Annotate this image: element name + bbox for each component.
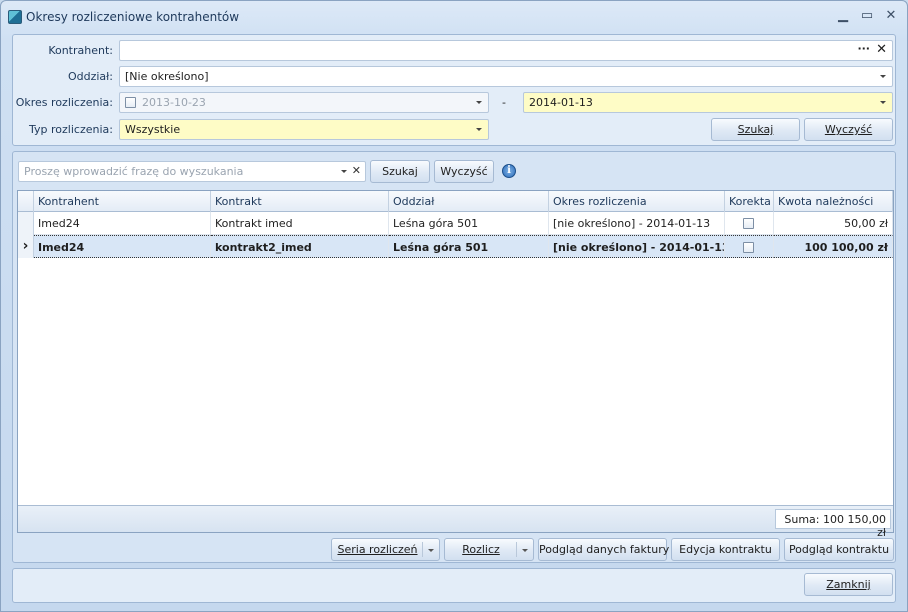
cell-kwota: 50,00 zł xyxy=(774,212,893,235)
cell-okres: [nie określono] - 2014-01-13 xyxy=(549,235,725,258)
okres-from-field[interactable]: 2013-10-23 xyxy=(119,92,489,113)
col-oddzial[interactable]: Oddział xyxy=(389,191,549,212)
filter-search-button[interactable]: Szukaj xyxy=(711,118,800,141)
kontrahent-label: Kontrahent: xyxy=(48,44,113,57)
korekta-checkbox[interactable] xyxy=(743,242,754,253)
close-button[interactable]: Zamknij xyxy=(804,573,893,596)
cell-kontrakt: Kontrakt imed xyxy=(211,212,389,235)
chevron-down-icon[interactable] xyxy=(428,549,434,552)
more-icon[interactable]: ··· xyxy=(857,42,870,55)
grid-search-button[interactable]: Szukaj xyxy=(370,160,430,183)
chevron-down-icon xyxy=(880,101,886,104)
chevron-down-icon[interactable] xyxy=(522,549,528,552)
app-icon xyxy=(8,10,22,24)
cell-kontrakt: kontrakt2_imed xyxy=(211,235,389,258)
col-korekta[interactable]: Korekta xyxy=(725,191,774,212)
edycja-kontraktu-button[interactable]: Edycja kontraktu xyxy=(671,538,780,561)
col-kwota[interactable]: Kwota należności xyxy=(774,191,893,212)
grid-header: Kontrahent Kontrakt Oddział Okres rozlic… xyxy=(18,191,893,212)
clear-icon[interactable]: ✕ xyxy=(876,42,887,57)
chevron-down-icon[interactable] xyxy=(341,170,347,173)
table-row[interactable]: Imed24 Kontrakt imed Leśna góra 501 [nie… xyxy=(18,212,893,235)
summary-value: Suma: 100 150,00 zł xyxy=(775,509,891,539)
cell-oddzial: Leśna góra 501 xyxy=(389,235,549,258)
typ-label: Typ rozliczenia: xyxy=(29,123,113,136)
podglad-kontraktu-button[interactable]: Podgląd kontraktu xyxy=(784,538,894,561)
cell-korekta xyxy=(725,212,774,235)
oddzial-label: Oddział: xyxy=(67,70,113,83)
cell-kontrahent: Imed24 xyxy=(34,212,211,235)
cell-kontrahent: Imed24 xyxy=(34,235,211,258)
korekta-checkbox[interactable] xyxy=(743,218,754,229)
grid-search-input[interactable]: Proszę wprowadzić frazę do wyszukania ✕ xyxy=(18,161,366,182)
kontrahent-field[interactable]: ··· ✕ xyxy=(119,40,893,61)
header-indicator xyxy=(18,191,34,212)
maximize-button[interactable]: ▭ xyxy=(857,7,877,25)
main-window: Okresy rozliczeniowe kontrahentów ▁ ▭ ✕ … xyxy=(0,0,908,612)
okres-to-field[interactable]: 2014-01-13 xyxy=(523,92,893,113)
clear-icon[interactable]: ✕ xyxy=(352,164,361,177)
col-okres[interactable]: Okres rozliczenia xyxy=(549,191,725,212)
date-separator: - xyxy=(502,96,506,109)
table-row-selected[interactable]: › Imed24 kontrakt2_imed Leśna góra 501 [… xyxy=(18,235,893,258)
minimize-button[interactable]: ▁ xyxy=(833,7,853,25)
grid-clear-button[interactable]: Wyczyść xyxy=(434,160,494,183)
chevron-down-icon xyxy=(880,75,886,78)
cell-kwota: 100 100,00 zł xyxy=(774,235,893,258)
window-title: Okresy rozliczeniowe kontrahentów xyxy=(26,10,240,24)
chevron-down-icon xyxy=(476,101,482,104)
grid-footer: Suma: 100 150,00 zł xyxy=(18,505,893,539)
filter-clear-button[interactable]: Wyczyść xyxy=(804,118,893,141)
col-kontrahent[interactable]: Kontrahent xyxy=(34,191,211,212)
title-bar: Okresy rozliczeniowe kontrahentów ▁ ▭ ✕ xyxy=(1,1,907,31)
seria-rozliczen-button[interactable]: Seria rozliczeń xyxy=(331,538,440,561)
row-indicator xyxy=(18,212,34,235)
cell-korekta xyxy=(725,235,774,258)
okres-label: Okres rozliczenia: xyxy=(15,96,113,109)
cell-oddzial: Leśna góra 501 xyxy=(389,212,549,235)
chevron-down-icon xyxy=(476,128,482,131)
rozlicz-button[interactable]: Rozlicz xyxy=(444,538,534,561)
cell-okres: [nie określono] - 2014-01-13 xyxy=(549,212,725,235)
okres-from-checkbox[interactable] xyxy=(125,97,136,108)
row-marker-icon: › xyxy=(18,235,34,258)
close-window-button[interactable]: ✕ xyxy=(881,7,901,25)
typ-select[interactable]: Wszystkie xyxy=(119,119,489,140)
oddzial-select[interactable]: [Nie określono] xyxy=(119,66,893,87)
filter-panel: Kontrahent: ··· ✕ Oddział: [Nie określon… xyxy=(12,34,896,146)
col-kontrakt[interactable]: Kontrakt xyxy=(211,191,389,212)
data-grid: Kontrahent Kontrakt Oddział Okres rozlic… xyxy=(17,190,894,539)
bottom-panel: Zamknij xyxy=(12,568,896,603)
podglad-faktury-button[interactable]: Podgląd danych faktury xyxy=(538,538,669,561)
info-icon[interactable]: i xyxy=(502,164,516,178)
